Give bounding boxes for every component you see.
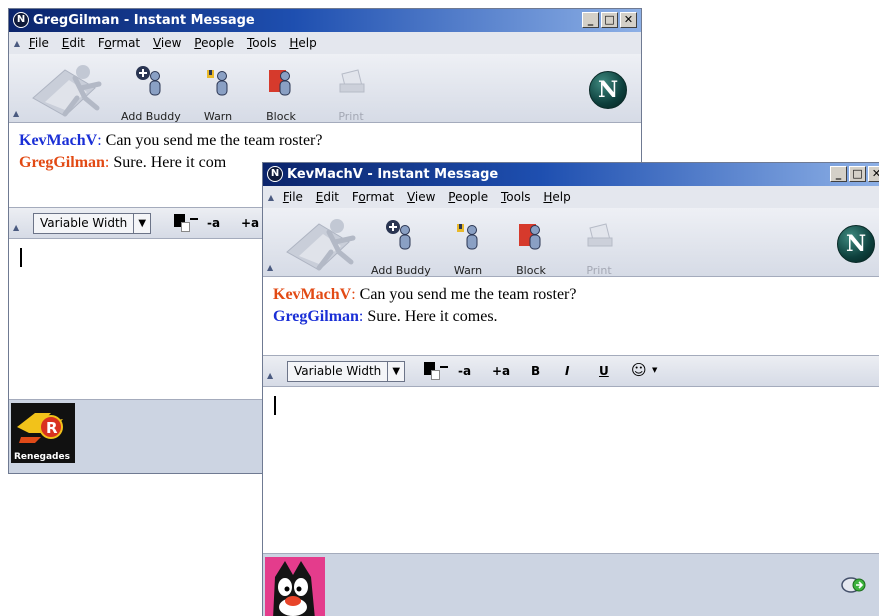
smaller-font-button[interactable]: -a	[207, 216, 220, 230]
smiley-icon[interactable]: ☺	[631, 361, 647, 379]
text-color-button[interactable]	[424, 362, 448, 382]
warn-icon	[207, 70, 228, 96]
menu-tools[interactable]: Tools	[247, 32, 277, 54]
svg-text:R: R	[46, 419, 58, 437]
chevron-down-icon: ▼	[133, 214, 150, 233]
netscape-app-icon: N	[267, 166, 283, 182]
message-sender: GregGilman	[19, 154, 105, 171]
netscape-logo-icon[interactable]: N	[589, 71, 627, 109]
menu-help[interactable]: Help	[289, 32, 316, 54]
running-figure-icon	[286, 219, 356, 271]
bold-button[interactable]: B	[531, 364, 540, 378]
maximize-button[interactable]: □	[601, 12, 618, 28]
close-button[interactable]: ✕	[868, 166, 879, 182]
menu-view[interactable]: View	[407, 186, 435, 208]
chevron-down-icon[interactable]: ▼	[652, 366, 657, 374]
font-select[interactable]: Variable Width ▼	[33, 213, 152, 234]
warn-button[interactable]: Warn	[439, 218, 497, 277]
block-icon	[269, 70, 291, 96]
menu-tools[interactable]: Tools	[501, 186, 531, 208]
message-row: KevMachV: Can you send me the team roste…	[273, 286, 577, 303]
running-figure-icon	[32, 65, 102, 117]
menu-file[interactable]: File	[283, 186, 303, 208]
message-transcript: KevMachV: Can you send me the team roste…	[263, 277, 879, 355]
logo-caption: Renegades	[14, 452, 70, 462]
menu-bar: ▲ File Edit Format View People Tools Hel…	[263, 186, 879, 208]
menu-format[interactable]: Format	[98, 32, 140, 54]
message-text: Can you send me the team roster?	[101, 132, 323, 149]
collapse-grip-icon[interactable]: ▲	[263, 187, 279, 209]
italic-button[interactable]: I	[565, 364, 569, 378]
text-color-button[interactable]	[174, 214, 198, 234]
netscape-logo-icon[interactable]: N	[837, 225, 875, 263]
toolbar: ▲ Add Buddy Warn Block Print N	[9, 54, 641, 123]
message-sender: GregGilman	[273, 308, 359, 325]
warn-button[interactable]: Warn	[189, 64, 247, 123]
print-button[interactable]: Print	[570, 218, 628, 277]
message-row: KevMachV: Can you send me the team roste…	[19, 132, 323, 149]
im-window-kevmachv: N KevMachV - Instant Message _ □ ✕ ▲ Fil…	[262, 162, 879, 616]
menu-format[interactable]: Format	[352, 186, 394, 208]
window-title: KevMachV - Instant Message	[287, 167, 499, 182]
menu-people[interactable]: People	[448, 186, 488, 208]
compose-input[interactable]	[263, 387, 879, 553]
menu-bar: ▲ File Edit Format View People Tools Hel…	[9, 32, 641, 54]
print-icon	[587, 223, 613, 247]
collapse-grip-icon[interactable]: ▲	[13, 109, 19, 118]
menu-edit[interactable]: Edit	[316, 186, 339, 208]
print-icon	[339, 69, 365, 93]
collapse-grip-icon[interactable]: ▲	[267, 371, 273, 380]
menu-people[interactable]: People	[194, 32, 234, 54]
menu-help[interactable]: Help	[543, 186, 570, 208]
netscape-app-icon: N	[13, 12, 29, 28]
add-buddy-icon	[386, 220, 411, 250]
title-bar[interactable]: N KevMachV - Instant Message _ □ ✕	[263, 163, 879, 186]
title-bar[interactable]: N GregGilman - Instant Message _ □ ✕	[9, 9, 641, 32]
minimize-button[interactable]: _	[582, 12, 599, 28]
cartoon-cat-avatar-icon	[265, 557, 325, 616]
message-text: Sure. Here it com	[109, 154, 227, 171]
menu-file[interactable]: File	[29, 32, 49, 54]
collapse-grip-icon[interactable]: ▲	[13, 223, 19, 232]
font-select[interactable]: Variable Width ▼	[287, 361, 406, 382]
collapse-grip-icon[interactable]: ▲	[267, 263, 273, 272]
message-sender: KevMachV	[273, 286, 352, 303]
chevron-down-icon: ▼	[387, 362, 404, 381]
online-status-icon[interactable]	[841, 574, 867, 596]
block-icon	[519, 224, 541, 250]
block-button[interactable]: Block	[502, 218, 560, 277]
menu-edit[interactable]: Edit	[62, 32, 85, 54]
message-row: GregGilman: Sure. Here it comes.	[273, 308, 498, 325]
status-bar	[263, 553, 879, 616]
menu-view[interactable]: View	[153, 32, 181, 54]
minimize-button[interactable]: _	[830, 166, 847, 182]
message-text: Can you send me the team roster?	[355, 286, 577, 303]
add-buddy-button[interactable]: Add Buddy	[121, 64, 181, 123]
collapse-grip-icon[interactable]: ▲	[9, 33, 25, 55]
close-button[interactable]: ✕	[620, 12, 637, 28]
toolbar: ▲ Add Buddy Warn Block Print N	[263, 208, 879, 277]
text-caret	[20, 248, 22, 267]
block-button[interactable]: Block	[252, 64, 310, 123]
print-button[interactable]: Print	[322, 64, 380, 123]
add-buddy-button[interactable]: Add Buddy	[371, 218, 431, 277]
message-text: Sure. Here it comes.	[363, 308, 498, 325]
larger-font-button[interactable]: +a	[492, 364, 510, 378]
window-title: GregGilman - Instant Message	[33, 13, 255, 28]
warn-icon	[457, 224, 478, 250]
underline-button[interactable]: U	[599, 364, 609, 378]
larger-font-button[interactable]: +a	[241, 216, 259, 230]
smaller-font-button[interactable]: -a	[458, 364, 471, 378]
format-toolbar: ▲ Variable Width ▼ -a +a B I U ☺ ▼	[263, 355, 879, 387]
renegades-logo-icon: R Renegades	[11, 403, 75, 463]
maximize-button[interactable]: □	[849, 166, 866, 182]
text-caret	[274, 396, 276, 415]
add-buddy-icon	[136, 66, 161, 96]
message-sender: KevMachV	[19, 132, 98, 149]
